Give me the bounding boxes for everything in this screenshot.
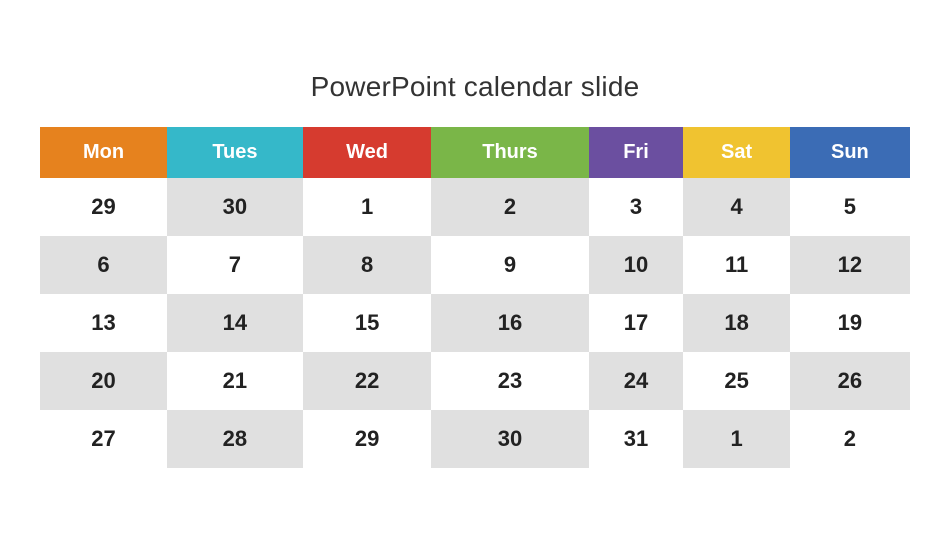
- calendar-cell: 10: [589, 236, 684, 294]
- calendar-cell: 29: [303, 410, 432, 468]
- calendar-row-5: 272829303112: [40, 410, 910, 468]
- calendar-cell: 17: [589, 294, 684, 352]
- calendar-header-thurs: Thurs: [431, 127, 588, 178]
- calendar-header-fri: Fri: [589, 127, 684, 178]
- calendar-container: MonTuesWedThursFriSatSun 293012345678910…: [40, 127, 910, 468]
- calendar-cell: 29: [40, 178, 167, 236]
- calendar-cell: 30: [431, 410, 588, 468]
- calendar-header-sun: Sun: [790, 127, 910, 178]
- calendar-cell: 16: [431, 294, 588, 352]
- calendar-cell: 5: [790, 178, 910, 236]
- calendar-row-2: 6789101112: [40, 236, 910, 294]
- calendar-header-mon: Mon: [40, 127, 167, 178]
- calendar-cell: 22: [303, 352, 432, 410]
- calendar-cell: 13: [40, 294, 167, 352]
- calendar-cell: 26: [790, 352, 910, 410]
- calendar-header-sat: Sat: [683, 127, 789, 178]
- calendar-cell: 1: [683, 410, 789, 468]
- calendar-cell: 14: [167, 294, 303, 352]
- calendar-header-wed: Wed: [303, 127, 432, 178]
- calendar-row-1: 293012345: [40, 178, 910, 236]
- calendar-cell: 28: [167, 410, 303, 468]
- calendar-cell: 2: [431, 178, 588, 236]
- calendar-cell: 19: [790, 294, 910, 352]
- calendar-cell: 4: [683, 178, 789, 236]
- calendar-cell: 3: [589, 178, 684, 236]
- calendar-cell: 20: [40, 352, 167, 410]
- calendar-cell: 25: [683, 352, 789, 410]
- calendar-body: 2930123456789101112131415161718192021222…: [40, 178, 910, 468]
- calendar-row-3: 13141516171819: [40, 294, 910, 352]
- calendar-cell: 7: [167, 236, 303, 294]
- calendar-cell: 31: [589, 410, 684, 468]
- calendar-header-tues: Tues: [167, 127, 303, 178]
- calendar-cell: 6: [40, 236, 167, 294]
- calendar-cell: 21: [167, 352, 303, 410]
- calendar-cell: 23: [431, 352, 588, 410]
- calendar-cell: 11: [683, 236, 789, 294]
- calendar-cell: 15: [303, 294, 432, 352]
- calendar-header-row: MonTuesWedThursFriSatSun: [40, 127, 910, 178]
- calendar-cell: 9: [431, 236, 588, 294]
- calendar-cell: 24: [589, 352, 684, 410]
- calendar-cell: 18: [683, 294, 789, 352]
- page-title: PowerPoint calendar slide: [311, 71, 640, 103]
- calendar-row-4: 20212223242526: [40, 352, 910, 410]
- calendar-cell: 27: [40, 410, 167, 468]
- calendar-cell: 8: [303, 236, 432, 294]
- calendar-cell: 2: [790, 410, 910, 468]
- calendar-cell: 30: [167, 178, 303, 236]
- calendar-cell: 12: [790, 236, 910, 294]
- calendar-cell: 1: [303, 178, 432, 236]
- calendar-table: MonTuesWedThursFriSatSun 293012345678910…: [40, 127, 910, 468]
